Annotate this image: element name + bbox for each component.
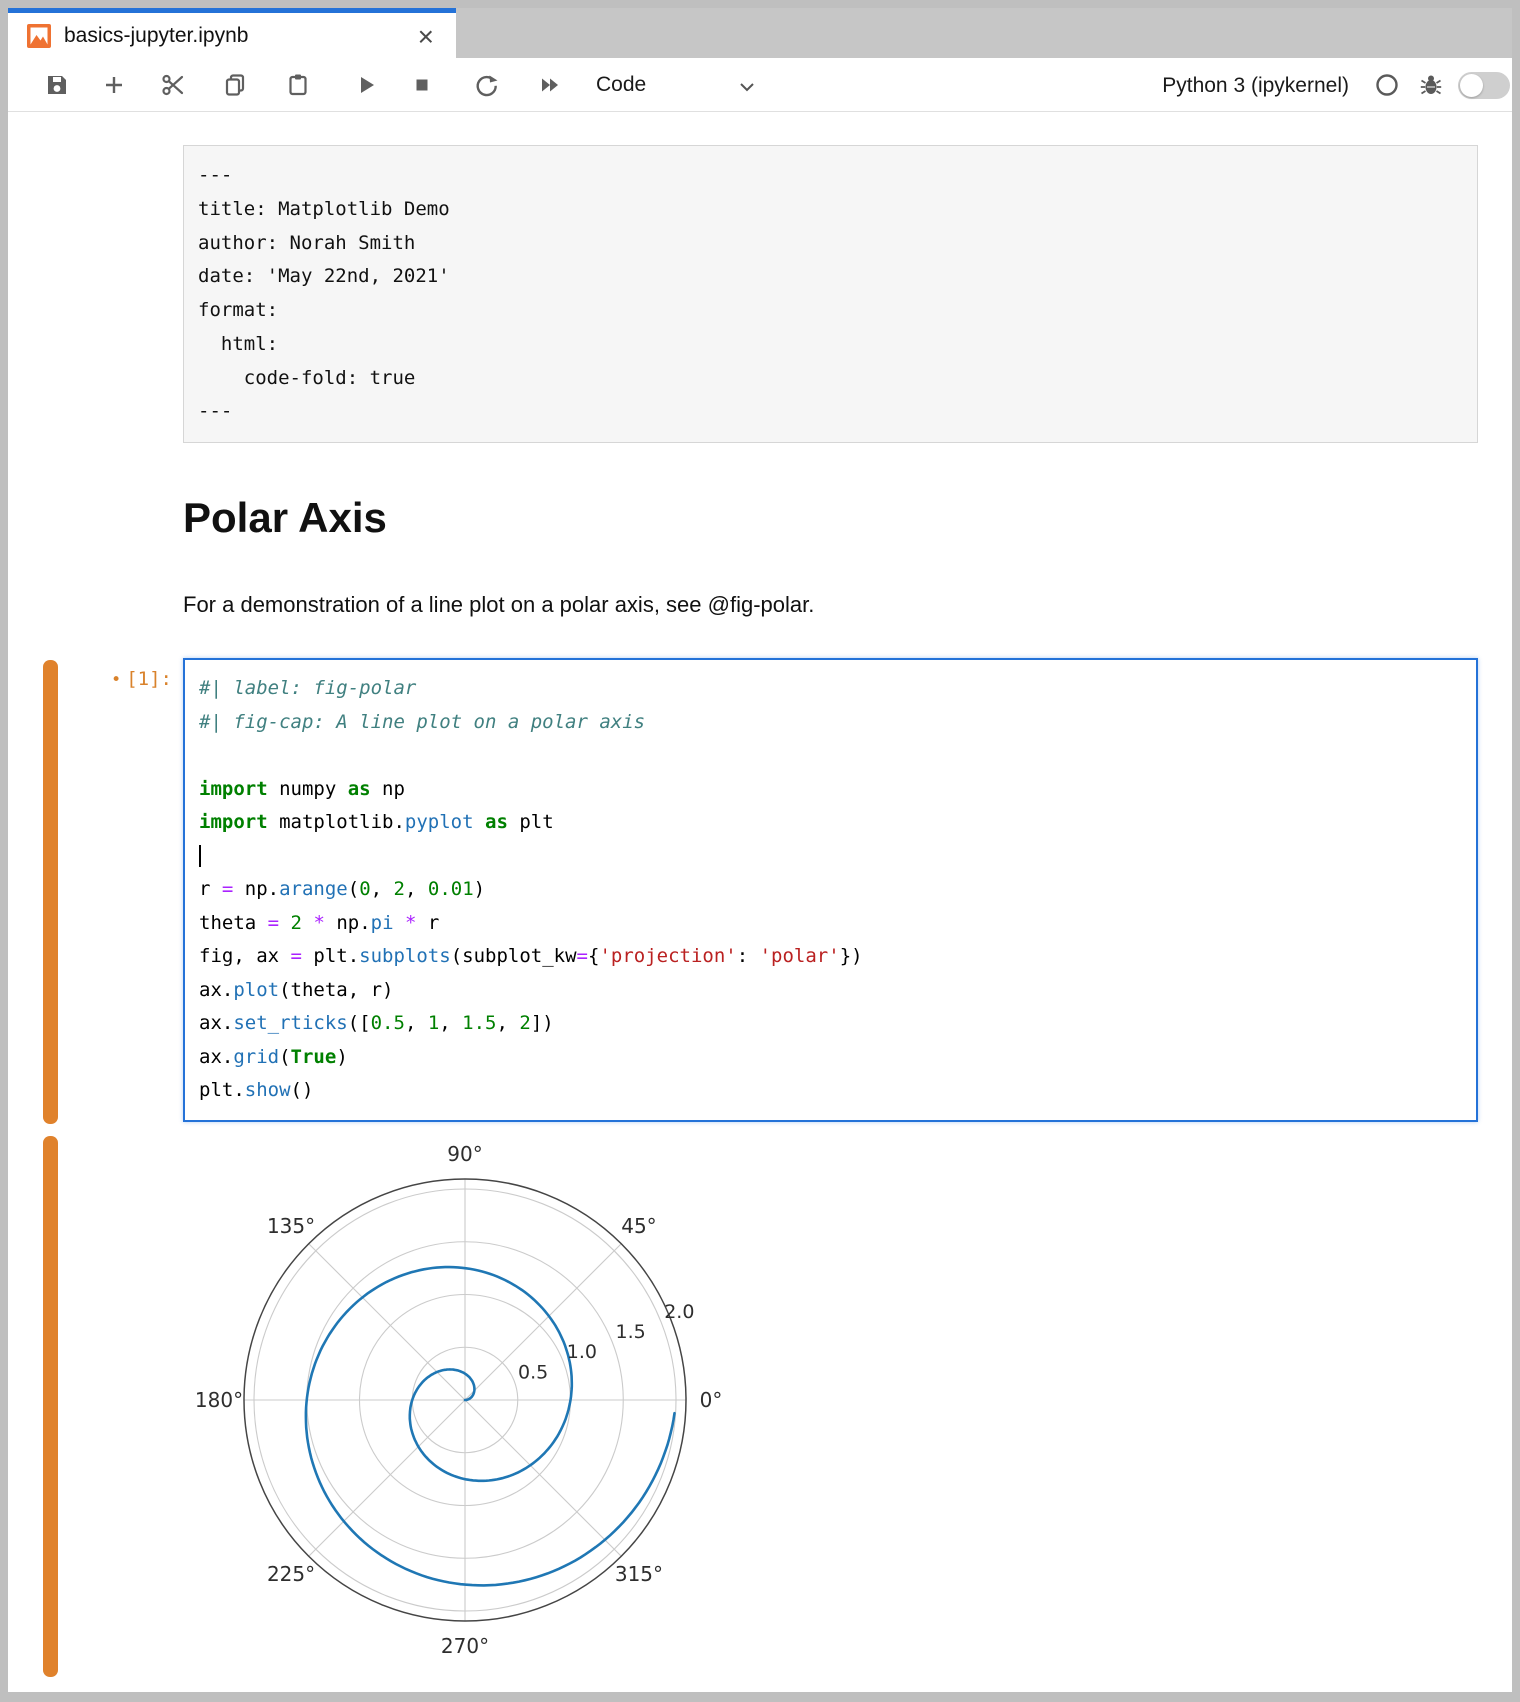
cut-cells-icon[interactable] (160, 72, 186, 98)
execution-prompt: •[1]: (60, 668, 172, 690)
svg-text:0.5: 0.5 (518, 1361, 548, 1383)
save-icon[interactable] (44, 72, 70, 98)
simple-mode-toggle[interactable] (1458, 72, 1510, 99)
svg-text:1.5: 1.5 (615, 1321, 645, 1343)
kernel-name[interactable]: Python 3 (ipykernel) (989, 74, 1349, 98)
prompt-number: [1]: (126, 668, 172, 690)
markdown-heading: Polar Axis (183, 494, 387, 542)
markdown-paragraph: For a demonstration of a line plot on a … (183, 592, 814, 618)
svg-text:225°: 225° (267, 1562, 315, 1586)
kernel-status-icon[interactable] (1374, 72, 1400, 98)
raw-cell-source[interactable]: --- title: Matplotlib Demo author: Norah… (184, 146, 1477, 442)
svg-text:180°: 180° (195, 1388, 243, 1412)
polar-plot-output: 0° 45° 90° 135° 180° 225° 270° 315° 0.5 1.0 1.5 2.0 (185, 1135, 745, 1680)
restart-kernel-icon[interactable] (474, 72, 500, 98)
code-cell[interactable]: #| label: fig-polar#| fig-cap: A line pl… (183, 658, 1478, 1122)
notebook-file-icon (26, 23, 52, 49)
insert-cell-icon[interactable] (101, 72, 127, 98)
copy-cells-icon[interactable] (222, 72, 248, 98)
svg-text:315°: 315° (615, 1562, 663, 1586)
svg-text:0°: 0° (700, 1388, 723, 1412)
cell-type-chevron-icon[interactable] (736, 76, 758, 98)
svg-text:135°: 135° (267, 1214, 315, 1238)
notebook-tab[interactable]: basics-jupyter.ipynb × (8, 8, 456, 58)
restart-run-all-icon[interactable] (538, 72, 564, 98)
svg-text:90°: 90° (447, 1142, 482, 1166)
modified-dot: • (111, 670, 121, 690)
notebook-toolbar: Code Python 3 (ipykernel) (8, 58, 1512, 112)
svg-text:1.0: 1.0 (567, 1341, 597, 1363)
tab-bar: basics-jupyter.ipynb × (8, 8, 1512, 58)
run-icon[interactable] (353, 72, 379, 98)
tab-title: basics-jupyter.ipynb (64, 24, 248, 48)
svg-text:2.0: 2.0 (664, 1301, 694, 1323)
svg-text:270°: 270° (441, 1634, 489, 1658)
interrupt-kernel-icon[interactable] (409, 72, 435, 98)
code-editor[interactable]: #| label: fig-polar#| fig-cap: A line pl… (185, 660, 1476, 1120)
output-cell-collapser[interactable] (43, 1136, 58, 1677)
cell-type-dropdown[interactable]: Code (596, 73, 646, 97)
svg-text:45°: 45° (621, 1214, 656, 1238)
toggle-knob (1460, 74, 1483, 97)
raw-cell[interactable]: --- title: Matplotlib Demo author: Norah… (183, 145, 1478, 443)
tab-close-icon[interactable]: × (418, 17, 434, 57)
input-cell-collapser[interactable] (43, 660, 58, 1124)
paste-cells-icon[interactable] (285, 72, 311, 98)
jupyterlab-window: basics-jupyter.ipynb × (0, 0, 1520, 1702)
debugger-bug-icon[interactable] (1418, 72, 1444, 98)
